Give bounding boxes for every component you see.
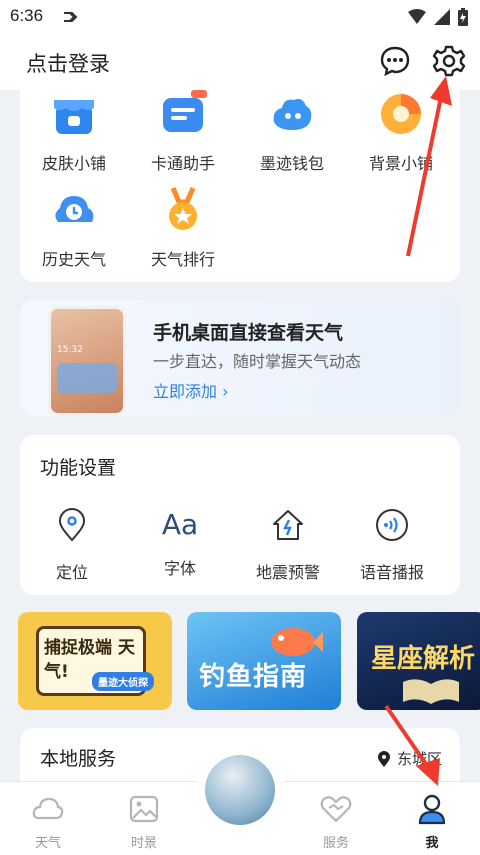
tool-label: 墨迹钱包 — [259, 154, 324, 173]
history-weather-icon — [55, 196, 94, 222]
tab-label: 时景 — [130, 836, 157, 851]
func-label: 定位 — [55, 563, 88, 582]
tool-label: 历史天气 — [41, 250, 106, 269]
local-location[interactable]: 东城区 — [377, 748, 442, 769]
tool-label: 天气排行 — [150, 250, 215, 269]
promo-constellation[interactable]: 星座解析 — [357, 612, 480, 710]
book-icon — [403, 679, 459, 704]
tab-service[interactable]: 服务 — [306, 792, 366, 851]
add-now-label: 立即添加 — [153, 382, 218, 401]
tab-scenery[interactable]: 时景 — [114, 792, 174, 851]
tab-weather[interactable]: 天气 — [18, 792, 78, 851]
status-bar: 6:36 — [0, 0, 480, 34]
promo-fishing-guide[interactable]: 钓鱼指南 — [187, 612, 341, 710]
login-link[interactable]: 点击登录 — [26, 48, 110, 78]
voice-broadcast-icon — [376, 509, 408, 541]
widget-banner[interactable]: 15:32 手机桌面直接查看天气 一步直达，随时掌握天气动态 立即添加 › — [20, 300, 460, 416]
phone-time: 15:32 — [57, 345, 83, 355]
signal-icon — [434, 9, 450, 25]
tab-label: 服务 — [322, 836, 349, 851]
settings-gear-icon[interactable] — [432, 44, 466, 78]
font-icon: Aa — [161, 508, 199, 541]
message-icon[interactable] — [378, 44, 412, 78]
banner-title: 手机桌面直接查看天气 — [153, 322, 344, 344]
network-icon — [64, 12, 78, 22]
tool-weather-rank[interactable]: 天气排行 — [128, 184, 238, 270]
earthquake-icon — [273, 510, 303, 540]
picture-icon — [129, 795, 159, 823]
func-voice[interactable]: 语音播报 — [342, 507, 442, 583]
tools-card: 皮肤小铺 卡通助手 墨迹钱包 背景小铺 历史天气 天气排行 — [20, 78, 460, 282]
promo-tag: 墨迹大侦探 — [92, 672, 154, 691]
promo-title: 钓鱼指南 — [199, 662, 308, 692]
location-icon — [58, 508, 86, 542]
add-now-link[interactable]: 立即添加 › — [153, 378, 229, 402]
cartoon-assistant-icon — [163, 90, 207, 132]
phone-illustration: 15:32 — [48, 306, 126, 416]
phone-widget — [57, 363, 117, 393]
func-font[interactable]: Aa 字体 — [130, 507, 230, 579]
tab-label: 天气 — [34, 836, 61, 851]
wallet-icon — [273, 98, 312, 130]
shop-icon — [54, 100, 94, 134]
tool-label: 卡通助手 — [150, 154, 215, 173]
battery-icon — [458, 8, 468, 26]
tab-me[interactable]: 我 — [402, 792, 462, 851]
tool-history-weather[interactable]: 历史天气 — [19, 184, 129, 270]
func-label: 语音播报 — [359, 563, 424, 582]
background-shop-icon — [381, 94, 421, 134]
profile-icon — [418, 794, 446, 825]
promo-extreme-weather[interactable]: 捕捉极端 天气! 墨迹大侦探 — [18, 612, 172, 710]
tool-wallet[interactable]: 墨迹钱包 — [237, 88, 347, 174]
func-location[interactable]: 定位 — [22, 507, 122, 583]
status-time: 6:36 — [10, 6, 44, 25]
func-label: 字体 — [163, 559, 196, 578]
weather-rank-icon — [169, 187, 197, 230]
tool-label: 皮肤小铺 — [41, 154, 106, 173]
tab-label: 我 — [425, 836, 439, 851]
tool-background-shop[interactable]: 背景小铺 — [346, 88, 456, 174]
promo-title: 星座解析 — [371, 644, 476, 674]
tool-skin-shop[interactable]: 皮肤小铺 — [19, 88, 129, 174]
tool-cartoon-assistant[interactable]: 卡通助手 — [128, 88, 238, 174]
func-earthquake[interactable]: 地震预警 — [238, 507, 338, 583]
chevron-right-icon: › — [222, 382, 229, 401]
func-label: 地震预警 — [255, 563, 320, 582]
local-location-label: 东城区 — [396, 750, 442, 768]
tool-label: 背景小铺 — [368, 154, 433, 173]
function-settings-card: 功能设置 定位 Aa 字体 地震预警 语音播报 — [20, 435, 460, 595]
center-weather-button[interactable] — [205, 755, 275, 825]
location-pin-icon — [377, 750, 390, 767]
banner-subtitle: 一步直达，随时掌握天气动态 — [153, 352, 362, 371]
wifi-icon — [408, 9, 426, 24]
local-services-title: 本地服务 — [40, 748, 117, 770]
service-icon — [320, 796, 352, 823]
cloud-icon — [32, 797, 64, 820]
function-settings-title: 功能设置 — [40, 457, 117, 479]
